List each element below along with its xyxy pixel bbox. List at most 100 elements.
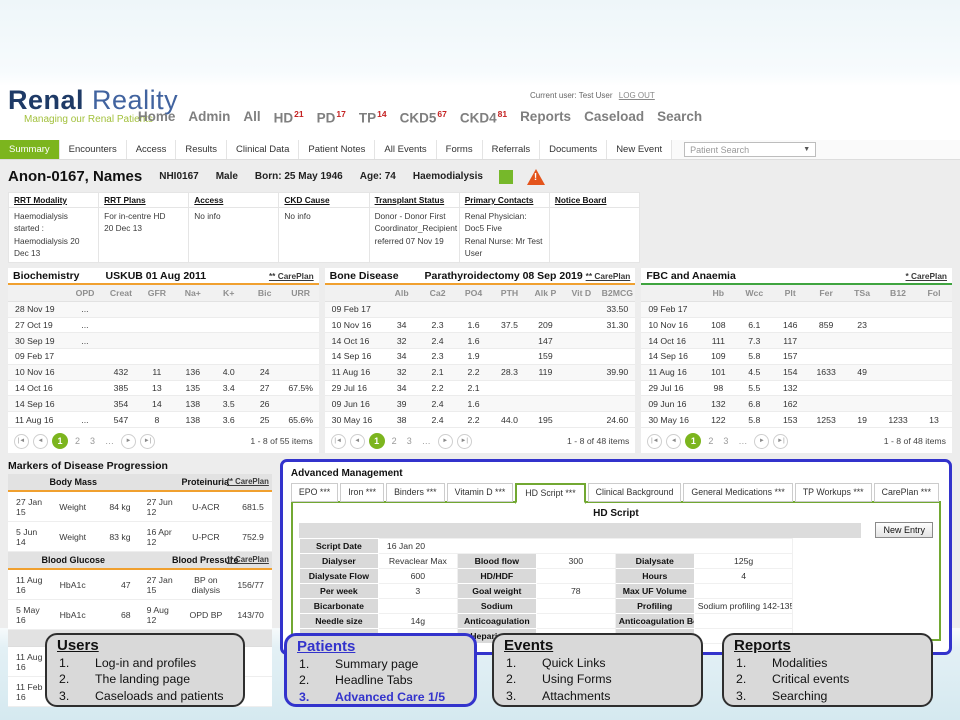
nav-item-reports[interactable]: Reports bbox=[520, 109, 571, 126]
careplan-link[interactable]: ** CarePlan bbox=[586, 271, 631, 281]
legend-box-users: Users1.Log-in and profiles2.The landing … bbox=[45, 633, 245, 707]
cell: 108 bbox=[700, 317, 736, 333]
warning-icon[interactable] bbox=[527, 169, 545, 185]
patient-search-dropdown[interactable]: Patient Search ▼ bbox=[684, 142, 816, 157]
tab-documents[interactable]: Documents bbox=[540, 140, 607, 159]
page-button[interactable]: 3 bbox=[404, 436, 415, 446]
cell bbox=[492, 349, 528, 365]
hd-script-toolbar: New Entry bbox=[299, 522, 933, 538]
next-page-button[interactable]: ► bbox=[438, 434, 453, 449]
page-button[interactable]: … bbox=[419, 436, 434, 446]
cell: 752.9 bbox=[231, 522, 272, 552]
next-page-button[interactable]: ► bbox=[121, 434, 136, 449]
hd-label-cell: Per week bbox=[299, 584, 378, 599]
tab-new-event[interactable]: New Event bbox=[607, 140, 672, 159]
careplan-link[interactable]: * CarePlan bbox=[906, 271, 948, 281]
page-button[interactable]: … bbox=[735, 436, 750, 446]
nav-item-tp[interactable]: TP14 bbox=[359, 109, 387, 126]
slide: Renal Reality Managing our Renal Patient… bbox=[0, 0, 960, 720]
page-button-current[interactable]: 1 bbox=[369, 433, 385, 449]
tab-all-events[interactable]: All Events bbox=[375, 140, 436, 159]
careplan-link[interactable]: ** CarePlan bbox=[227, 477, 269, 486]
cell: BP on dialysis bbox=[181, 569, 231, 600]
tab-summary[interactable]: Summary bbox=[0, 140, 60, 159]
nav-item-hd[interactable]: HD21 bbox=[274, 109, 304, 126]
first-page-button[interactable]: |◄ bbox=[647, 434, 662, 449]
adv-tab-vitamin-d[interactable]: Vitamin D *** bbox=[447, 483, 514, 502]
adv-tab-iron[interactable]: Iron *** bbox=[340, 483, 384, 502]
tab-referrals[interactable]: Referrals bbox=[483, 140, 541, 159]
page-button[interactable]: 2 bbox=[389, 436, 400, 446]
tab-clinical-data[interactable]: Clinical Data bbox=[227, 140, 299, 159]
nav-item-caseload[interactable]: Caseload bbox=[584, 109, 644, 126]
patient-born: Born: 25 May 1946 bbox=[255, 171, 343, 182]
page-button[interactable]: 2 bbox=[705, 436, 716, 446]
column-header: B12 bbox=[880, 285, 916, 302]
first-page-button[interactable]: |◄ bbox=[14, 434, 29, 449]
cell bbox=[283, 396, 319, 412]
tab-patient-notes[interactable]: Patient Notes bbox=[299, 140, 375, 159]
column-header: Alb bbox=[384, 285, 420, 302]
adv-tab-tp-workups[interactable]: TP Workups *** bbox=[795, 483, 872, 502]
cell bbox=[527, 301, 563, 317]
page-button[interactable]: 3 bbox=[87, 436, 98, 446]
adv-tab-epo[interactable]: EPO *** bbox=[291, 483, 338, 502]
page-button-current[interactable]: 1 bbox=[685, 433, 701, 449]
hd-script-title: HD Script bbox=[299, 508, 933, 519]
table-row: 14 Sep 16354141383.526 bbox=[8, 396, 319, 412]
cell: 14 Oct 16 bbox=[8, 380, 67, 396]
legend-item: 3.Advanced Care 1/5 bbox=[297, 689, 464, 705]
prev-page-button[interactable]: ◄ bbox=[33, 434, 48, 449]
careplan-link[interactable]: ** CarePlan bbox=[227, 555, 269, 564]
first-page-button[interactable]: |◄ bbox=[331, 434, 346, 449]
logout-link[interactable]: LOG OUT bbox=[619, 91, 655, 100]
page-button[interactable]: 2 bbox=[72, 436, 83, 446]
summary-col-access: Access bbox=[189, 193, 279, 208]
prev-page-button[interactable]: ◄ bbox=[666, 434, 681, 449]
results-panel-biochemistry: BiochemistryUSKUB 01 Aug 2011** CarePlan… bbox=[8, 268, 319, 453]
hd-value-cell bbox=[694, 614, 793, 629]
adv-tab-hd-script[interactable]: HD Script *** bbox=[515, 483, 585, 504]
next-page-button[interactable]: ► bbox=[754, 434, 769, 449]
cell: 83 kg bbox=[95, 522, 139, 552]
pager-info: 1 - 8 of 48 items bbox=[567, 436, 629, 446]
cell: 2.4 bbox=[420, 412, 456, 428]
nav-item-admin[interactable]: Admin bbox=[188, 109, 230, 126]
nav-item-ckd4[interactable]: CKD481 bbox=[460, 109, 507, 126]
nav-item-all[interactable]: All bbox=[243, 109, 260, 126]
tab-encounters[interactable]: Encounters bbox=[60, 140, 127, 159]
table-row: 5 Jun 14Weight83 kg16 Apr 12U-PCR752.9 bbox=[8, 522, 272, 552]
nav-item-pd[interactable]: PD17 bbox=[317, 109, 346, 126]
page-button-current[interactable]: 1 bbox=[52, 433, 68, 449]
adv-tab-general-medications[interactable]: General Medications *** bbox=[683, 483, 792, 502]
nav-item-home[interactable]: Home bbox=[138, 109, 176, 126]
adv-tab-binders[interactable]: Binders *** bbox=[386, 483, 445, 502]
page-button[interactable]: 3 bbox=[720, 436, 731, 446]
prev-page-button[interactable]: ◄ bbox=[350, 434, 365, 449]
last-page-button[interactable]: ►| bbox=[773, 434, 788, 449]
careplan-link[interactable]: ** CarePlan bbox=[269, 271, 314, 281]
tab-results[interactable]: Results bbox=[176, 140, 227, 159]
column-header: Bic bbox=[247, 285, 283, 302]
cell: 39 bbox=[384, 396, 420, 412]
last-page-button[interactable]: ►| bbox=[140, 434, 155, 449]
legend-item: 2.The landing page bbox=[57, 671, 233, 687]
summary-col-ckd-cause: CKD Cause bbox=[279, 193, 369, 208]
table-row: 30 Sep 19... bbox=[8, 333, 319, 349]
hd-value-cell: Sodium profiling 142-135 bbox=[694, 599, 793, 614]
adv-tab-careplan[interactable]: CarePlan *** bbox=[874, 483, 939, 502]
cell: 5.8 bbox=[736, 412, 772, 428]
last-page-button[interactable]: ►| bbox=[457, 434, 472, 449]
table-row: 09 Feb 17 bbox=[8, 349, 319, 365]
nav-item-search[interactable]: Search bbox=[657, 109, 702, 126]
cell bbox=[880, 301, 916, 317]
tab-access[interactable]: Access bbox=[127, 140, 177, 159]
adv-tab-clinical-background[interactable]: Clinical Background bbox=[588, 483, 682, 502]
tab-forms[interactable]: Forms bbox=[437, 140, 483, 159]
nav-item-ckd5[interactable]: CKD567 bbox=[400, 109, 447, 126]
new-entry-button[interactable]: New Entry bbox=[875, 522, 933, 538]
legend-item-number: 2. bbox=[504, 671, 542, 687]
legend-item: 3.Attachments bbox=[504, 688, 691, 704]
page-button[interactable]: … bbox=[102, 436, 117, 446]
cell: 09 Jun 16 bbox=[325, 396, 384, 412]
